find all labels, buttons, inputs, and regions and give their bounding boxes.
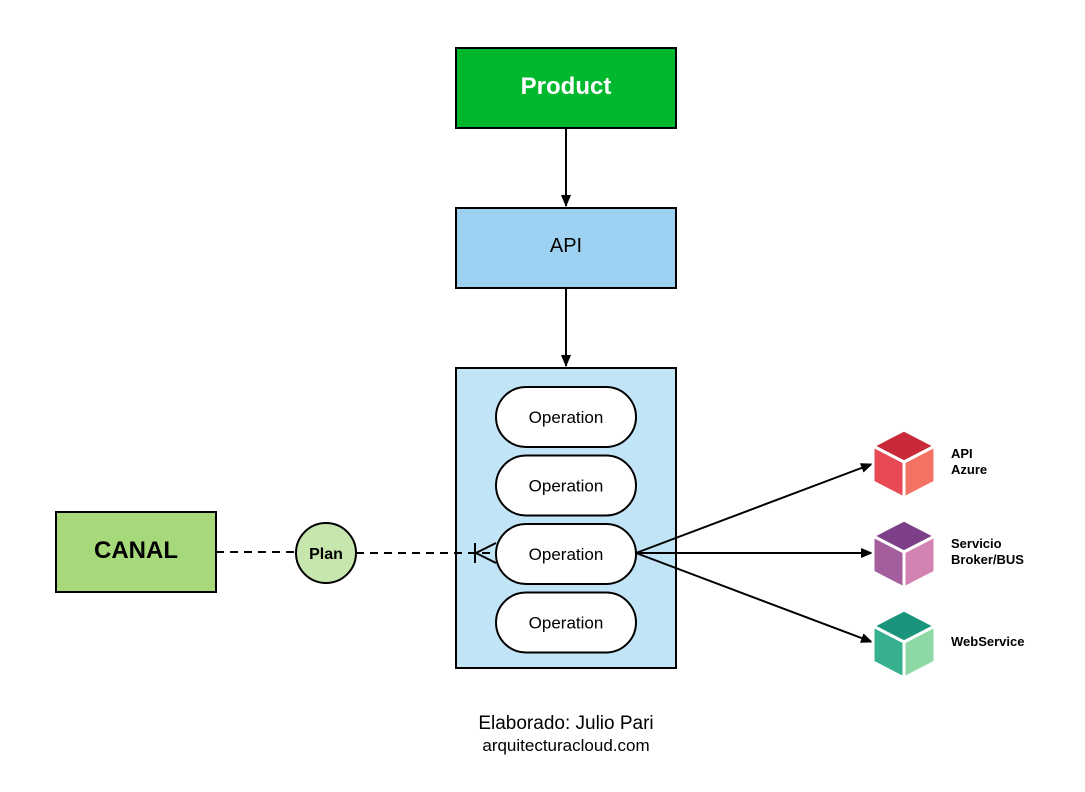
operation-node[interactable]: Operation (495, 523, 637, 585)
operation-label: Operation (529, 614, 604, 633)
operation-node[interactable]: Operation (495, 454, 637, 517)
service-label: API (951, 446, 973, 461)
canal-label: CANAL (94, 537, 178, 564)
service-node[interactable]: ServicioBroker/BUS (871, 518, 1024, 590)
product-node[interactable]: Product (455, 47, 677, 129)
plan-node[interactable]: Plan (295, 522, 357, 584)
service-label: Azure (951, 462, 987, 477)
plan-label: Plan (309, 546, 343, 563)
cube-icon (871, 608, 937, 680)
operation-node[interactable]: Operation (495, 386, 637, 448)
operation-label: Operation (529, 477, 604, 496)
architecture-diagram: Product API Operation Operation Operation O… (55, 47, 1024, 755)
canal-node[interactable]: CANAL (55, 511, 217, 593)
footer-author: Elaborado: Julio Pari (478, 713, 653, 734)
product-label: Product (521, 73, 612, 100)
cube-icon (871, 518, 937, 590)
service-node[interactable]: APIAzure (871, 428, 987, 500)
operation-node[interactable]: Operation (495, 591, 637, 654)
operation-label: Operation (529, 545, 604, 564)
api-label: API (550, 235, 582, 257)
operation-label: Operation (529, 408, 604, 427)
api-node[interactable]: API (455, 207, 677, 289)
service-label: Servicio (951, 536, 1002, 551)
service-node[interactable]: WebService (871, 608, 1024, 680)
service-label: Broker/BUS (951, 552, 1024, 567)
cube-icon (871, 428, 937, 500)
service-label: WebService (951, 634, 1024, 649)
footer-site: arquitecturacloud.com (482, 736, 649, 755)
